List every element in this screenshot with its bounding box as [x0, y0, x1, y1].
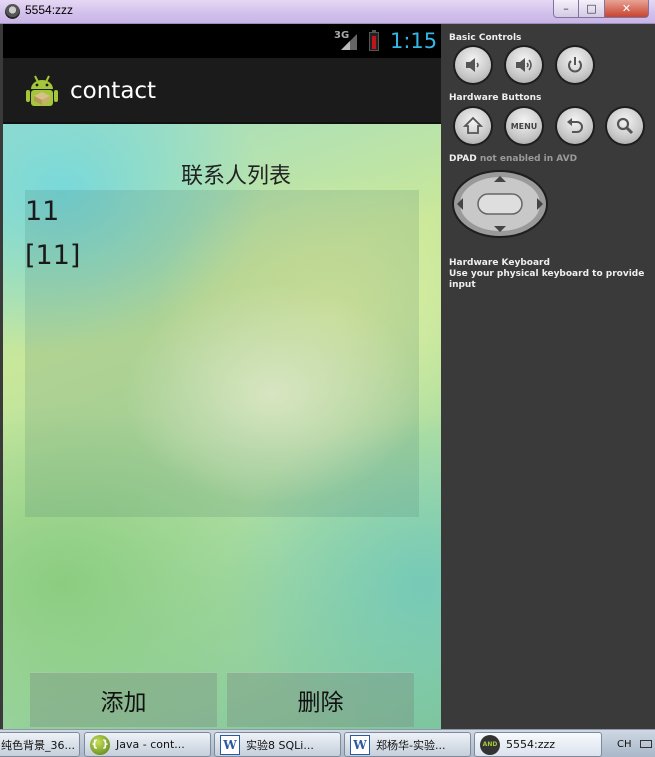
- taskbar-item-background[interactable]: 纯色背景_36...: [0, 732, 80, 757]
- home-button[interactable]: [455, 108, 491, 144]
- page-title: 联系人列表: [180, 164, 291, 189]
- search-button[interactable]: [607, 108, 643, 144]
- minimize-button[interactable]: –: [553, 0, 579, 18]
- app-title: contact: [70, 78, 157, 104]
- device-screen: 3G 1:15 contact 联系人列表 11 [11] 添加 删除: [3, 24, 441, 729]
- eclipse-java-icon: { }: [90, 734, 110, 755]
- emulator-app-icon: [5, 4, 20, 19]
- taskbar-item-java[interactable]: { } Java - cont...: [84, 732, 211, 757]
- add-button[interactable]: 添加: [30, 672, 217, 727]
- delete-button[interactable]: 删除: [227, 672, 414, 727]
- taskbar-item-label: 郑杨华-实验...: [376, 738, 446, 752]
- taskbar-item-label: 实验8 SQLi...: [246, 738, 314, 752]
- power-button[interactable]: [557, 47, 593, 83]
- android-emulator-icon: AND: [480, 734, 500, 755]
- home-icon: [463, 116, 483, 134]
- android-app-icon[interactable]: [25, 74, 59, 110]
- taskbar-item-label: Java - cont...: [116, 738, 185, 751]
- back-button[interactable]: [557, 108, 593, 144]
- battery-icon: [369, 32, 379, 51]
- taskbar-item-label: 纯色背景_36...: [1, 738, 75, 752]
- list-item[interactable]: [11]: [25, 240, 80, 271]
- basic-controls-label: Basic Controls: [449, 33, 522, 43]
- window-controls: – □ ✕: [553, 0, 649, 18]
- volume-up-icon: [516, 58, 532, 72]
- window-titlebar[interactable]: 5554:zzz – □ ✕: [0, 0, 655, 24]
- taskbar: 纯色背景_36... { } Java - cont... W 实验8 SQLi…: [0, 729, 655, 757]
- dpad-label: DPAD not enabled in AVD: [449, 154, 577, 164]
- power-icon: [568, 57, 582, 73]
- search-icon: [616, 117, 634, 135]
- emulator-control-panel: Basic Controls Hardware Buttons MENU DPA…: [441, 24, 655, 729]
- hardware-keyboard-label: Hardware Keyboard: [449, 258, 550, 268]
- dpad-center-icon[interactable]: [477, 193, 523, 215]
- word-doc-icon: W: [350, 734, 370, 755]
- back-icon: [567, 118, 583, 133]
- taskbar-item-doc-report[interactable]: W 郑杨华-实验...: [344, 732, 471, 757]
- status-clock: 1:15: [390, 29, 438, 53]
- taskbar-item-emulator[interactable]: AND 5554:zzz: [474, 732, 602, 757]
- menu-button-label: MENU: [510, 121, 538, 131]
- volume-down-icon: [466, 58, 479, 72]
- taskbar-item-label: 5554:zzz: [506, 738, 556, 751]
- signal-icon: [341, 34, 357, 50]
- window-title: 5554:zzz: [25, 3, 74, 17]
- contact-list[interactable]: 11 [11]: [25, 190, 419, 517]
- close-button[interactable]: ✕: [605, 0, 649, 18]
- dpad-title: DPAD: [449, 154, 477, 164]
- volume-down-button[interactable]: [455, 47, 491, 83]
- dpad-control[interactable]: [452, 170, 548, 238]
- word-doc-icon: W: [220, 734, 240, 755]
- taskbar-item-doc-sqlite[interactable]: W 实验8 SQLi...: [214, 732, 341, 757]
- system-tray: CH: [607, 730, 655, 757]
- hardware-keyboard-info: Hardware Keyboard Use your physical keyb…: [449, 258, 655, 291]
- keyboard-icon[interactable]: [639, 740, 652, 748]
- hardware-buttons-label: Hardware Buttons: [449, 93, 542, 103]
- action-bar: contact: [3, 58, 441, 124]
- volume-up-button[interactable]: [506, 47, 542, 83]
- maximize-button[interactable]: □: [579, 0, 605, 18]
- list-item[interactable]: 11: [25, 196, 59, 227]
- status-bar: 3G 1:15: [3, 24, 441, 58]
- hardware-keyboard-note: Use your physical keyboard to provide in…: [449, 269, 645, 290]
- input-language-indicator[interactable]: CH: [617, 739, 632, 750]
- menu-button[interactable]: MENU: [506, 108, 542, 144]
- dpad-note: not enabled in AVD: [479, 154, 578, 164]
